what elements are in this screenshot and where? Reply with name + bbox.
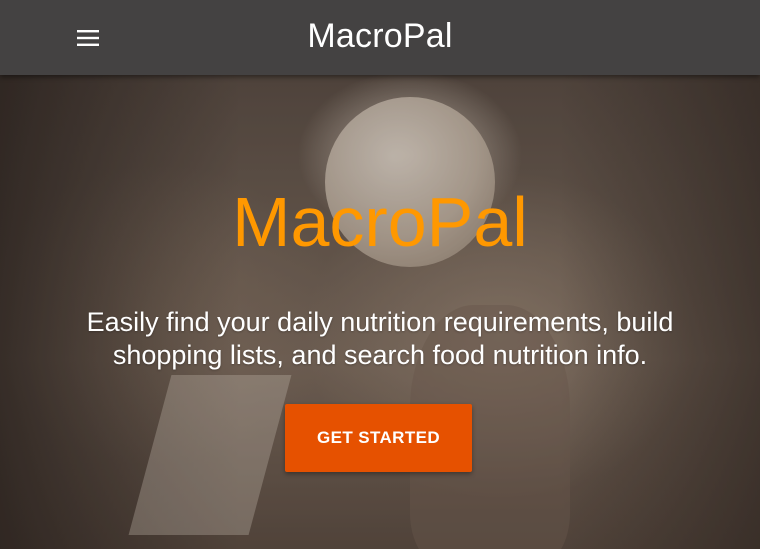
- app-title: MacroPal: [307, 17, 453, 55]
- hero-subtitle: Easily find your daily nutrition require…: [86, 307, 674, 370]
- get-started-button[interactable]: GET STARTED: [285, 404, 472, 472]
- app-root: MacroPal MacroPal Easily find your daily…: [0, 0, 760, 549]
- top-app-bar: MacroPal: [0, 0, 760, 75]
- hero-title: MacroPal: [232, 183, 528, 261]
